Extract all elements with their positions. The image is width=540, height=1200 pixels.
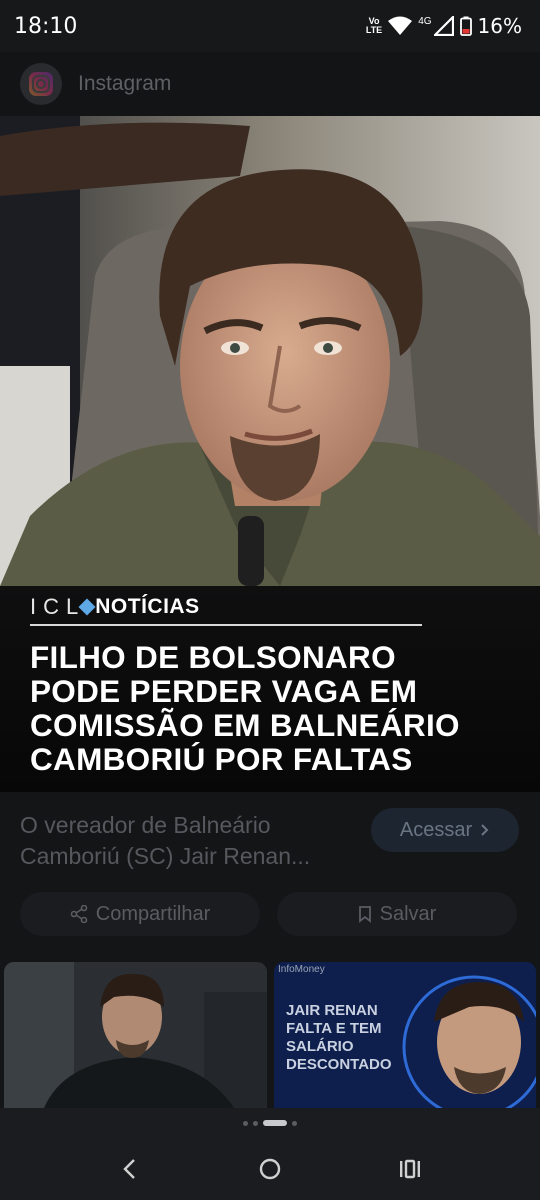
- divider: [30, 624, 422, 626]
- page-dot-active: [263, 1120, 287, 1126]
- battery-icon: [459, 16, 472, 36]
- instagram-icon: [20, 63, 62, 105]
- description: O vereador de Balneário Camboriú (SC) Ja…: [20, 812, 311, 869]
- system-icons: Vo LTE 4G 16%: [366, 14, 522, 38]
- access-button[interactable]: Acessar: [371, 808, 519, 852]
- thumbnail-headline: JAIR RENAN FALTA E TEM SALÁRIO DESCONTAD…: [286, 1002, 392, 1073]
- back-button[interactable]: [100, 1144, 160, 1194]
- icl-noticias-logo: ICL NOTÍCIAS: [30, 594, 200, 619]
- wifi-icon: [388, 16, 413, 35]
- related-image-2[interactable]: InfoMoney JAIR RENAN FALTA E TEM SALÁRIO…: [274, 962, 536, 1108]
- portrait-photo: [0, 116, 540, 586]
- page-dot: [292, 1120, 297, 1126]
- page-dot: [253, 1120, 258, 1126]
- chevron-right-icon: [481, 824, 489, 836]
- app-name: Instagram: [78, 72, 172, 95]
- clock: 18:10: [14, 13, 78, 39]
- volte-icon: Vo LTE: [365, 16, 383, 35]
- network-type-label: 4G: [418, 15, 432, 27]
- share-button[interactable]: Compartilhar: [20, 892, 260, 936]
- recents-button[interactable]: [380, 1144, 440, 1194]
- source-app-header: Instagram: [0, 52, 540, 116]
- thumbnail-photo: [4, 962, 267, 1108]
- share-icon: [70, 905, 88, 923]
- system-navigation-bar: [0, 1138, 540, 1200]
- battery-percentage: 16%: [477, 14, 522, 38]
- thumbnail-source: InfoMoney: [278, 964, 325, 975]
- headline: FILHO DE BOLSONARO PODE PERDER VAGA EM C…: [30, 639, 460, 777]
- recents-icon: [400, 1159, 420, 1179]
- status-bar: 18:10 Vo LTE 4G 16%: [0, 0, 540, 52]
- back-icon: [123, 1159, 135, 1179]
- related-image-1[interactable]: [4, 962, 267, 1108]
- home-icon: [259, 1158, 281, 1180]
- signal-icon: [433, 16, 454, 36]
- page-indicator: [0, 1108, 540, 1138]
- save-button[interactable]: Salvar: [277, 892, 517, 936]
- home-button[interactable]: [240, 1144, 300, 1194]
- bookmark-icon: [358, 906, 371, 923]
- result-card: O vereador de Balneário Camboriú (SC) Ja…: [0, 792, 540, 1108]
- news-image[interactable]: ICL NOTÍCIAS FILHO DE BOLSONARO PODE PER…: [0, 116, 540, 792]
- page-dot: [243, 1120, 248, 1126]
